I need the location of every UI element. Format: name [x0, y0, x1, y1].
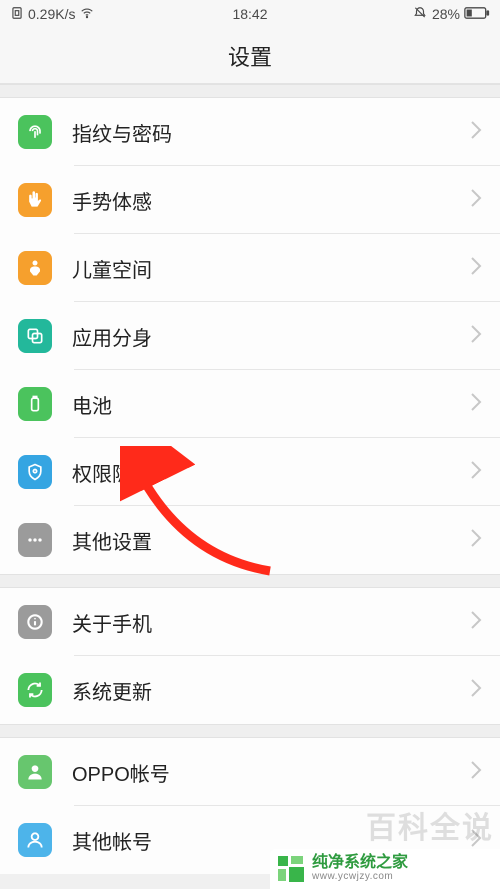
- status-right: 28%: [412, 6, 490, 23]
- chevron-right-icon: [470, 678, 482, 703]
- chevron-right-icon: [470, 256, 482, 281]
- chevron-right-icon: [470, 460, 482, 485]
- battery-icon: [464, 6, 490, 23]
- row-label: 指纹与密码: [72, 118, 470, 147]
- more-icon: [18, 523, 52, 557]
- sim-icon: [10, 6, 24, 23]
- section-gap: [0, 574, 500, 588]
- row-label: 系统更新: [72, 676, 470, 705]
- section-gap: [0, 84, 500, 98]
- chevron-right-icon: [470, 324, 482, 349]
- settings-group-2: 关于手机 系统更新: [0, 588, 500, 724]
- child-icon: [18, 251, 52, 285]
- row-label: OPPO帐号: [72, 758, 470, 787]
- row-fingerprint-password[interactable]: 指纹与密码: [0, 98, 500, 166]
- mute-icon: [412, 6, 428, 23]
- network-speed: 0.29K/s: [28, 6, 75, 22]
- row-kids-space[interactable]: 儿童空间: [0, 234, 500, 302]
- accounts-icon: [18, 823, 52, 857]
- chevron-right-icon: [470, 528, 482, 553]
- shield-icon: [18, 455, 52, 489]
- info-icon: [18, 605, 52, 639]
- battery-row-icon: [18, 387, 52, 421]
- watermark-logo-icon: [276, 854, 306, 884]
- chevron-right-icon: [470, 188, 482, 213]
- chevron-right-icon: [470, 760, 482, 785]
- row-app-clone[interactable]: 应用分身: [0, 302, 500, 370]
- row-battery[interactable]: 电池: [0, 370, 500, 438]
- row-system-update[interactable]: 系统更新: [0, 656, 500, 724]
- account-icon: [18, 755, 52, 789]
- chevron-right-icon: [470, 392, 482, 417]
- row-label: 儿童空间: [72, 254, 470, 283]
- row-label: 关于手机: [72, 608, 470, 637]
- status-left: 0.29K/s: [10, 6, 95, 23]
- row-about-phone[interactable]: 关于手机: [0, 588, 500, 656]
- watermark-url: www.ycwjzy.com: [312, 872, 408, 883]
- row-label: 电池: [72, 390, 470, 419]
- section-gap: [0, 724, 500, 738]
- watermark-text: 百科全说: [366, 803, 494, 847]
- fingerprint-icon: [18, 115, 52, 149]
- battery-percent: 28%: [432, 6, 460, 22]
- clone-icon: [18, 319, 52, 353]
- wifi-icon: [79, 6, 95, 23]
- chevron-right-icon: [470, 120, 482, 145]
- row-label: 其他设置: [72, 526, 470, 555]
- row-other-settings[interactable]: 其他设置: [0, 506, 500, 574]
- watermark-text-block: 纯净系统之家 www.ycwjzy.com: [312, 855, 408, 882]
- row-oppo-account[interactable]: OPPO帐号: [0, 738, 500, 806]
- page-title-label: 设置: [228, 40, 272, 72]
- row-gesture[interactable]: 手势体感: [0, 166, 500, 234]
- row-label: 权限隐私: [72, 458, 470, 487]
- page-title: 设置: [0, 28, 500, 84]
- status-bar: 0.29K/s 18:42 28%: [0, 0, 500, 28]
- hand-icon: [18, 183, 52, 217]
- update-icon: [18, 673, 52, 707]
- settings-group-1: 指纹与密码 手势体感 儿童空间 应用分身 电池: [0, 98, 500, 574]
- watermark-bar: 纯净系统之家 www.ycwjzy.com: [270, 849, 500, 889]
- row-label: 应用分身: [72, 322, 470, 351]
- watermark-brand: 纯净系统之家: [312, 855, 408, 872]
- row-label: 手势体感: [72, 186, 470, 215]
- chevron-right-icon: [470, 610, 482, 635]
- row-privacy[interactable]: 权限隐私: [0, 438, 500, 506]
